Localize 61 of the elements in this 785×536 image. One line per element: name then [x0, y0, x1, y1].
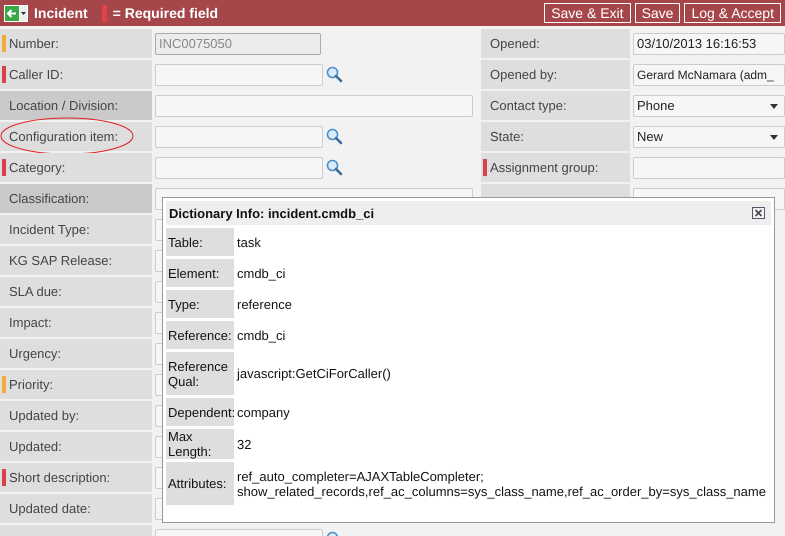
search-icon[interactable] — [326, 128, 343, 145]
field-label: Caller ID: — [0, 60, 152, 89]
field-label: State: — [481, 122, 630, 151]
info-label: Reference Qual: — [166, 352, 234, 395]
info-value: 32 — [237, 436, 252, 454]
close-icon[interactable] — [752, 207, 765, 219]
info-label: Attributes: — [166, 462, 234, 505]
input-field[interactable] — [155, 126, 323, 148]
back-icon[interactable] — [4, 4, 28, 22]
field-label: Location / Division: — [0, 91, 152, 120]
field-label: Number: — [0, 29, 152, 58]
header-button[interactable]: Save & Exit — [544, 3, 631, 23]
caret-icon — [770, 134, 778, 140]
field-label: Priority: — [0, 370, 152, 399]
field-label: Short description: — [0, 463, 152, 492]
info-value: cmdb_ci — [237, 264, 286, 283]
field-label: Contact type: — [481, 91, 630, 120]
field-label: Updated: — [0, 432, 152, 461]
caret-icon — [770, 104, 778, 108]
input-field[interactable] — [155, 94, 473, 116]
select-field[interactable]: New — [633, 126, 785, 148]
required-marker — [102, 4, 107, 22]
info-value: task — [237, 234, 261, 252]
field-label: Urgency: — [0, 339, 152, 368]
search-icon[interactable] — [326, 66, 343, 83]
input-field[interactable]: Gerard McNamara (adm_ — [633, 64, 785, 86]
field-label: Classification: — [0, 184, 152, 213]
field-label: KG SAP Release: — [0, 246, 152, 275]
info-value: reference — [237, 296, 292, 314]
field-label: Updated date: — [0, 494, 152, 523]
number-field: INC0075050 — [155, 32, 321, 54]
search-icon[interactable] — [326, 159, 343, 176]
dialog-title: Dictionary Info: incident.cmdb_ci — [169, 206, 374, 220]
info-label: Element: — [166, 259, 234, 287]
input-field[interactable] — [155, 156, 323, 178]
field-label: SLA due: — [0, 277, 152, 306]
legend-text: = Required field — [112, 5, 218, 21]
field-label: Updated by: — [0, 401, 152, 430]
field-label: Opened by: — [481, 60, 630, 89]
input-field[interactable]: 03/10/2013 16:16:53 — [633, 32, 785, 54]
info-label: Table: — [166, 228, 234, 256]
header-button[interactable]: Save — [634, 3, 680, 23]
info-value: ref_auto_completer=AJAXTableCompleter; show_related_records,ref_ac_columns=sys_class_name,ref_ac_order_by=sys_class_name — [237, 468, 767, 501]
info-label: Reference: — [166, 321, 234, 349]
info-label: Type: — [166, 290, 234, 318]
info-label: Dependent: — [166, 398, 234, 426]
field-label: Assignment group: — [481, 153, 630, 182]
info-value: javascript:GetCiForCaller() — [237, 365, 391, 383]
form-title: Incident — [34, 5, 88, 21]
info-label: Max Length: — [166, 429, 234, 459]
field-label: Incident Type: — [0, 215, 152, 244]
field-label: Impact: — [0, 308, 152, 337]
select-field[interactable]: Phone — [633, 94, 785, 116]
info-value: company — [237, 404, 290, 422]
field-label: Category: — [0, 153, 152, 182]
info-value: cmdb_ci — [237, 326, 286, 345]
input-field[interactable] — [155, 64, 323, 86]
input-field[interactable] — [633, 156, 785, 178]
header-button[interactable]: Log & Accept — [684, 3, 781, 23]
field-label: Configuration item: — [0, 122, 152, 151]
field-label: Opened: — [481, 29, 630, 58]
